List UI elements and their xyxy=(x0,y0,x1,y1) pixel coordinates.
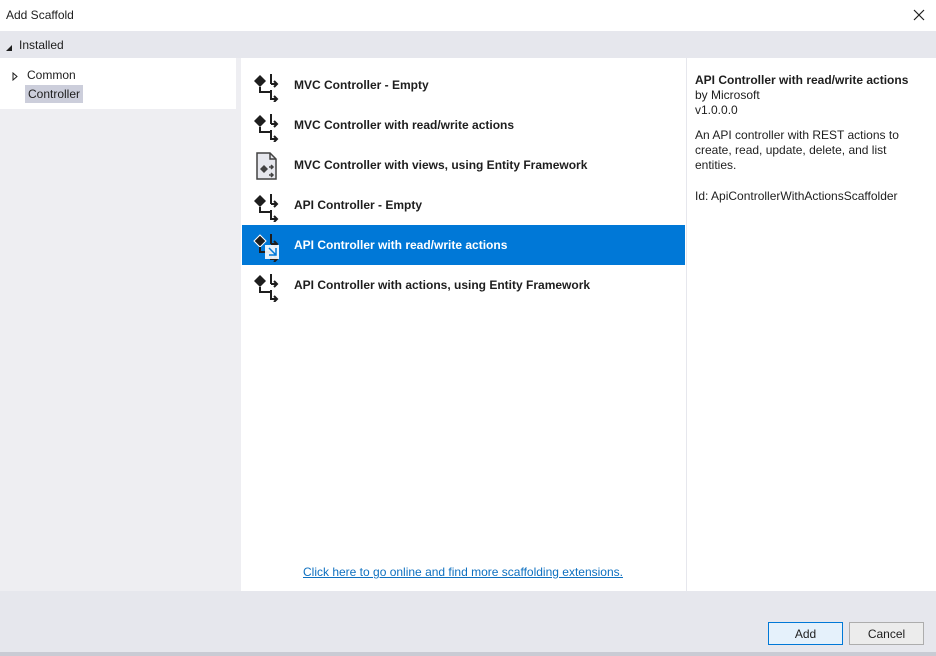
add-button[interactable]: Add xyxy=(768,622,843,645)
online-extensions-link[interactable]: Click here to go online and find more sc… xyxy=(303,565,623,579)
window-bottom-edge xyxy=(0,652,936,656)
cancel-button[interactable]: Cancel xyxy=(849,622,924,645)
scaffold-item-label: MVC Controller with read/write actions xyxy=(294,118,515,132)
scaffold-item-api-empty[interactable]: API Controller - Empty xyxy=(242,185,685,225)
details-panel: API Controller with read/write actions b… xyxy=(687,58,936,591)
controller-icon xyxy=(251,110,283,143)
controller-icon xyxy=(251,190,283,223)
category-tree-background xyxy=(0,109,236,591)
category-tree: Common Controller xyxy=(0,58,236,109)
close-icon[interactable] xyxy=(908,4,930,26)
controller-icon xyxy=(251,270,283,303)
dialog-titlebar: Add Scaffold xyxy=(0,0,936,30)
scaffold-item-api-actions-ef[interactable]: API Controller with actions, using Entit… xyxy=(242,265,685,305)
details-id: Id: ApiControllerWithActionsScaffolder xyxy=(695,189,898,203)
details-author: by Microsoft xyxy=(695,88,760,102)
tree-item-controller[interactable]: Controller xyxy=(25,85,84,103)
details-version: v1.0.0.0 xyxy=(695,103,738,117)
tree-item-common[interactable]: Common xyxy=(27,68,76,82)
scaffold-item-label: API Controller - Empty xyxy=(294,198,423,212)
dialog-footer: Add Cancel xyxy=(0,591,936,656)
collapse-triangle-icon xyxy=(5,41,13,55)
installed-header[interactable]: Installed xyxy=(0,31,936,58)
scaffold-item-label: MVC Controller with views, using Entity … xyxy=(294,158,588,172)
scaffold-item-label: MVC Controller - Empty xyxy=(294,78,429,92)
dialog-title: Add Scaffold xyxy=(6,8,74,22)
controller-icon xyxy=(251,70,283,103)
scaffold-item-mvc-read-write[interactable]: MVC Controller with read/write actions xyxy=(242,105,685,145)
controller-icon xyxy=(251,230,283,263)
details-title: API Controller with read/write actions xyxy=(695,73,909,87)
scaffold-list: MVC Controller - Empty MVC Controller wi… xyxy=(241,58,686,591)
scaffold-item-mvc-empty[interactable]: MVC Controller - Empty xyxy=(242,65,685,105)
expand-triangle-icon[interactable] xyxy=(12,70,18,84)
scaffold-item-label: API Controller with actions, using Entit… xyxy=(294,278,591,292)
scaffold-item-mvc-views-ef[interactable]: MVC Controller with views, using Entity … xyxy=(242,145,685,185)
controller-views-icon xyxy=(251,150,283,182)
details-description: An API controller with REST actions to c… xyxy=(695,128,899,172)
scaffold-item-label: API Controller with read/write actions xyxy=(294,238,508,252)
scaffold-item-api-read-write[interactable]: API Controller with read/write actions xyxy=(242,225,685,265)
installed-label: Installed xyxy=(19,38,64,52)
